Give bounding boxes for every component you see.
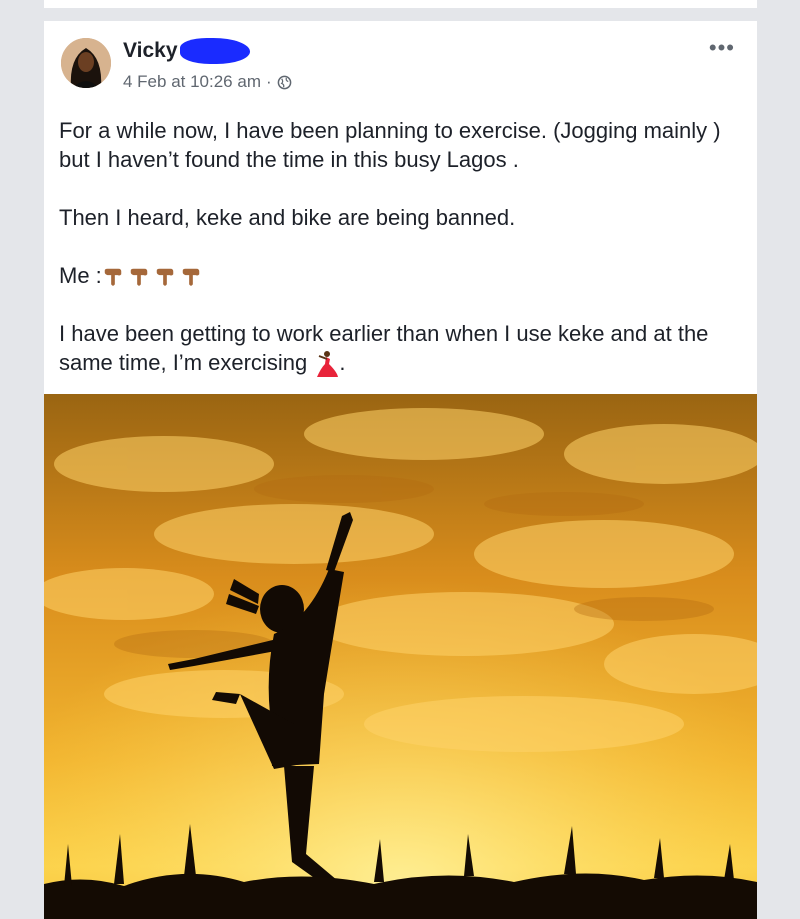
post-card: Vicky 4 Feb at 10:26 am · ••• For a whil… bbox=[44, 21, 757, 919]
pointing-down-icon bbox=[104, 268, 122, 286]
pointing-down-icon bbox=[130, 268, 148, 286]
me-label: Me : bbox=[59, 263, 102, 288]
author-name[interactable]: Vicky bbox=[123, 39, 178, 63]
post-body: For a while now, I have been planning to… bbox=[59, 116, 749, 407]
closing-text: I have been getting to work earlier than… bbox=[59, 321, 709, 375]
dancer-icon bbox=[317, 351, 339, 378]
post-timestamp[interactable]: 4 Feb at 10:26 am bbox=[123, 72, 261, 92]
author-name-row: Vicky bbox=[123, 38, 250, 64]
post-paragraph-1: For a while now, I have been planning to… bbox=[59, 118, 721, 172]
pointing-down-icon bbox=[182, 268, 200, 286]
previous-post-card bbox=[44, 0, 757, 8]
globe-icon bbox=[277, 75, 292, 90]
closing-period: . bbox=[339, 350, 346, 375]
post-photo[interactable] bbox=[44, 394, 757, 919]
meta-separator: · bbox=[265, 72, 272, 91]
post-meta: 4 Feb at 10:26 am · bbox=[123, 72, 292, 92]
post-paragraph-4: I have been getting to work earlier than… bbox=[59, 319, 749, 378]
pointing-down-icon bbox=[156, 268, 174, 286]
more-options-button[interactable]: ••• bbox=[709, 35, 735, 61]
emoji-row bbox=[102, 266, 202, 288]
post-paragraph-2: Then I heard, keke and bike are being ba… bbox=[59, 205, 516, 230]
redaction-mark bbox=[179, 38, 250, 64]
post-paragraph-3: Me : bbox=[59, 261, 749, 290]
avatar[interactable] bbox=[61, 38, 111, 88]
